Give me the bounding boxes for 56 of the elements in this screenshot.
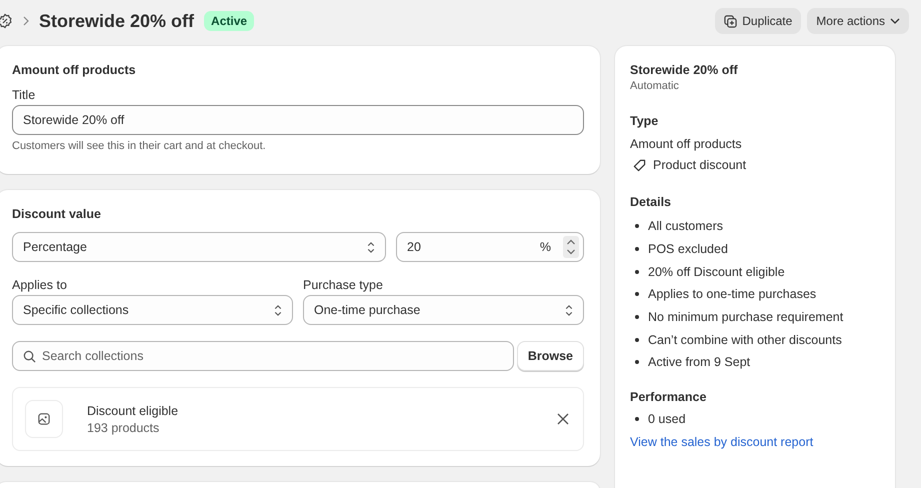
page-title: Storewide 20% off: [39, 10, 194, 32]
applies-to-select[interactable]: Specific collections: [12, 295, 293, 325]
performance-text: 0 used: [648, 412, 686, 426]
search-field[interactable]: Search collections: [12, 341, 514, 371]
section-heading: Performance: [630, 390, 706, 404]
bullet-icon: [635, 338, 639, 342]
amount-input[interactable]: 20 %: [396, 232, 584, 262]
help-text: Customers will see this in their cart and at checkout.: [12, 140, 267, 152]
tag-icon: [633, 158, 646, 172]
bullet-icon: [635, 315, 639, 320]
bullet-icon: [635, 247, 639, 252]
chevron-right-icon: [23, 16, 29, 26]
purchase-type-select[interactable]: One-time purchase: [303, 295, 584, 325]
value-type-select[interactable]: Percentage: [12, 232, 386, 262]
bullet-icon: [635, 417, 639, 422]
chevron-down-icon: [890, 18, 900, 24]
detail-text: Active from 9 Sept: [648, 355, 750, 370]
card-heading: Discount value: [12, 207, 102, 221]
stepper-icon[interactable]: [563, 236, 579, 258]
detail-text: Can’t combine with other discounts: [648, 332, 842, 347]
bullet-icon: [635, 224, 639, 228]
bullet-icon: [635, 360, 639, 364]
select-arrows-icon: [565, 304, 573, 316]
field-label: Title: [12, 88, 36, 102]
image-icon: [38, 413, 50, 425]
detail-text: Applies to one-time purchases: [648, 287, 816, 302]
search-icon: [23, 350, 36, 363]
bullet-icon: [635, 270, 639, 274]
type-tag: Product discount: [653, 158, 746, 172]
duplicate-button[interactable]: Duplicate: [715, 8, 802, 34]
summary-subtitle: Automatic: [630, 80, 679, 92]
more-actions-button[interactable]: More actions: [807, 8, 909, 34]
collection-name: Discount eligible: [87, 404, 180, 418]
section-heading: Details: [630, 195, 671, 209]
discount-icon: [0, 13, 13, 29]
unit-suffix: %: [540, 240, 551, 254]
browse-button[interactable]: Browse: [516, 341, 584, 371]
detail-text: POS excluded: [648, 242, 728, 256]
product-count: 193 products: [87, 420, 160, 434]
duplicate-icon: [724, 14, 738, 28]
card-heading: Amount off products: [12, 63, 137, 77]
select-arrows-icon: [367, 240, 375, 254]
section-heading: Type: [630, 114, 658, 128]
detail-text: No minimum purchase requirement: [648, 310, 844, 324]
summary-title: Storewide 20% off: [630, 63, 738, 77]
status-badge: Active: [204, 11, 254, 31]
select-arrows-icon: [274, 304, 282, 316]
report-link[interactable]: View the sales by discount report: [630, 434, 814, 448]
bullet-icon: [635, 292, 639, 296]
type-value: Amount off products: [630, 137, 742, 151]
title-input[interactable]: Storewide 20% off: [12, 105, 584, 135]
field-label: Applies to: [12, 278, 68, 292]
close-icon[interactable]: [557, 413, 569, 425]
field-label: Purchase type: [303, 278, 384, 292]
detail-text: 20% off Discount eligible: [648, 264, 785, 279]
detail-text: All customers: [648, 219, 724, 234]
